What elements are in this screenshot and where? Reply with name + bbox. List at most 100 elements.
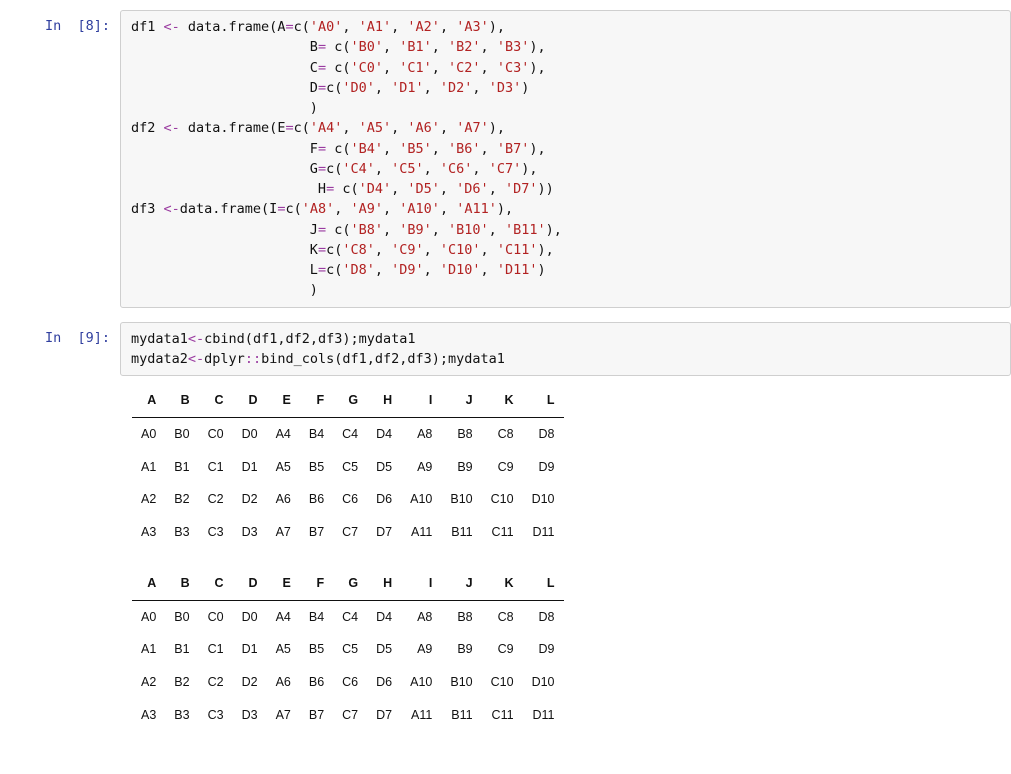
table-cell: D5 xyxy=(367,451,401,484)
prompt-in-8: In [8]: xyxy=(0,10,120,36)
table-cell: A10 xyxy=(401,666,441,699)
table-cell: A6 xyxy=(267,483,300,516)
col-header: J xyxy=(441,384,481,417)
table-cell: C7 xyxy=(333,699,367,732)
table-row: A2B2C2D2A6B6C6D6A10B10C10D10 xyxy=(132,483,564,516)
cell-body-8: df1 <- data.frame(A=c('A0', 'A1', 'A2', … xyxy=(120,10,1011,308)
table-cell: A3 xyxy=(132,516,165,549)
table-cell: D11 xyxy=(523,516,564,549)
table-cell: A6 xyxy=(267,666,300,699)
table-cell: A2 xyxy=(132,483,165,516)
table-cell: D1 xyxy=(233,633,267,666)
table-cell: C5 xyxy=(333,451,367,484)
code-input-9[interactable]: mydata1<-cbind(df1,df2,df3);mydata1 myda… xyxy=(120,322,1011,377)
table-cell: D11 xyxy=(523,699,564,732)
table-row: A0B0C0D0A4B4C4D4A8B8C8D8 xyxy=(132,417,564,450)
table-cell: D7 xyxy=(367,699,401,732)
table-row: A3B3C3D3A7B7C7D7A11B11C11D11 xyxy=(132,699,564,732)
table-cell: D8 xyxy=(523,600,564,633)
table-cell: B4 xyxy=(300,417,333,450)
table-cell: D1 xyxy=(233,451,267,484)
dataframe-output-1: ABCDEFGHIJKLA0B0C0D0A4B4C4D4A8B8C8D8A1B1… xyxy=(132,384,564,549)
table-cell: A5 xyxy=(267,633,300,666)
table-cell: A11 xyxy=(401,699,441,732)
table-cell: D10 xyxy=(523,666,564,699)
table-cell: C1 xyxy=(199,451,233,484)
table-cell: A4 xyxy=(267,600,300,633)
table-cell: A5 xyxy=(267,451,300,484)
col-header: L xyxy=(523,567,564,600)
table-cell: D9 xyxy=(523,633,564,666)
table-cell: B2 xyxy=(165,483,198,516)
table-cell: B0 xyxy=(165,600,198,633)
table-cell: D8 xyxy=(523,417,564,450)
code-9: mydata1<-cbind(df1,df2,df3);mydata1 myda… xyxy=(131,329,1000,370)
table-cell: C7 xyxy=(333,516,367,549)
table-cell: D9 xyxy=(523,451,564,484)
col-header: I xyxy=(401,384,441,417)
table-cell: D6 xyxy=(367,483,401,516)
table-cell: B0 xyxy=(165,417,198,450)
col-header: E xyxy=(267,567,300,600)
code-8: df1 <- data.frame(A=c('A0', 'A1', 'A2', … xyxy=(131,17,1000,301)
col-header: H xyxy=(367,567,401,600)
table-cell: D4 xyxy=(367,600,401,633)
table-cell: D6 xyxy=(367,666,401,699)
col-header: K xyxy=(482,384,523,417)
table-cell: C3 xyxy=(199,699,233,732)
col-header: B xyxy=(165,384,198,417)
table-cell: D3 xyxy=(233,699,267,732)
table-cell: C3 xyxy=(199,516,233,549)
table-cell: B2 xyxy=(165,666,198,699)
cell-body-9: mydata1<-cbind(df1,df2,df3);mydata1 myda… xyxy=(120,322,1011,750)
table-cell: C0 xyxy=(199,417,233,450)
table-cell: C1 xyxy=(199,633,233,666)
table-cell: B6 xyxy=(300,483,333,516)
table-cell: C0 xyxy=(199,600,233,633)
table-cell: A8 xyxy=(401,600,441,633)
table-cell: A7 xyxy=(267,699,300,732)
table-row: A3B3C3D3A7B7C7D7A11B11C11D11 xyxy=(132,516,564,549)
table-cell: C8 xyxy=(482,600,523,633)
input-cell-8: In [8]: df1 <- data.frame(A=c('A0', 'A1'… xyxy=(0,10,1011,308)
col-header: J xyxy=(441,567,481,600)
table-cell: C4 xyxy=(333,600,367,633)
table-cell: B9 xyxy=(441,451,481,484)
table-cell: B3 xyxy=(165,699,198,732)
table-cell: A11 xyxy=(401,516,441,549)
table-cell: C6 xyxy=(333,483,367,516)
table-cell: B6 xyxy=(300,666,333,699)
table-cell: B11 xyxy=(441,699,481,732)
table-cell: D10 xyxy=(523,483,564,516)
table-cell: C11 xyxy=(482,699,523,732)
table-cell: B8 xyxy=(441,600,481,633)
col-header: D xyxy=(233,384,267,417)
table-row: A1B1C1D1A5B5C5D5A9B9C9D9 xyxy=(132,633,564,666)
table-row: A1B1C1D1A5B5C5D5A9B9C9D9 xyxy=(132,451,564,484)
col-header: G xyxy=(333,384,367,417)
output-9: ABCDEFGHIJKLA0B0C0D0A4B4C4D4A8B8C8D8A1B1… xyxy=(120,384,1011,732)
table-cell: A0 xyxy=(132,600,165,633)
col-header: F xyxy=(300,384,333,417)
table-cell: B10 xyxy=(441,483,481,516)
table-cell: C9 xyxy=(482,633,523,666)
table-cell: B7 xyxy=(300,699,333,732)
prompt-in-9: In [9]: xyxy=(0,322,120,348)
table-cell: C5 xyxy=(333,633,367,666)
table-cell: D7 xyxy=(367,516,401,549)
table-cell: B1 xyxy=(165,633,198,666)
table-cell: C2 xyxy=(199,666,233,699)
table-cell: B9 xyxy=(441,633,481,666)
table-cell: C2 xyxy=(199,483,233,516)
col-header: D xyxy=(233,567,267,600)
table-cell: A7 xyxy=(267,516,300,549)
table-cell: C6 xyxy=(333,666,367,699)
table-cell: C11 xyxy=(482,516,523,549)
col-header: C xyxy=(199,567,233,600)
table-cell: D3 xyxy=(233,516,267,549)
code-input-8[interactable]: df1 <- data.frame(A=c('A0', 'A1', 'A2', … xyxy=(120,10,1011,308)
table-cell: A1 xyxy=(132,633,165,666)
col-header: B xyxy=(165,567,198,600)
table-cell: A9 xyxy=(401,633,441,666)
table-cell: B5 xyxy=(300,451,333,484)
